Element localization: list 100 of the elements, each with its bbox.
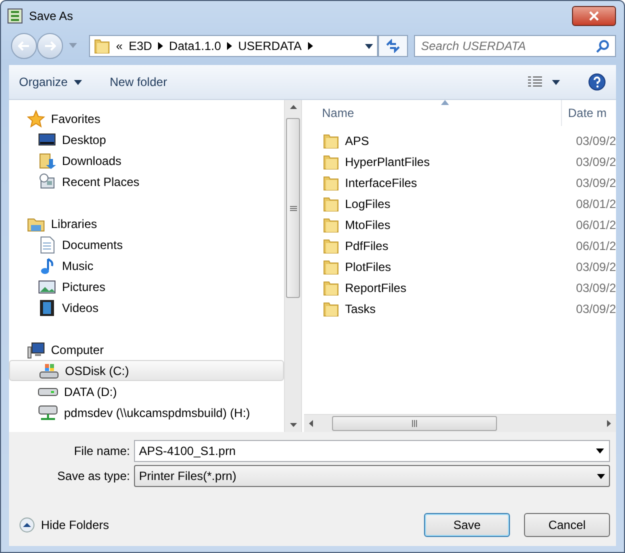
date-cell: 06/01/2 [576,238,616,252]
folder-icon [323,280,339,296]
chevron-icon[interactable] [227,42,232,50]
scroll-right-icon[interactable] [607,420,611,427]
folder-icon [323,238,339,254]
search-icon [596,39,610,53]
caret-icon [74,80,82,84]
date-cell: 03/09/2 [576,176,616,190]
nav-item[interactable]: OSDisk (C:) [9,360,284,381]
folder-icon [323,196,339,212]
nav-item[interactable]: Recent Places [9,171,284,192]
scroll-thumb[interactable] [332,416,497,431]
file-name[interactable]: Tasks [345,302,570,316]
close-icon [589,11,599,21]
scroll-down-icon[interactable] [290,423,296,427]
folder-icon [323,216,339,232]
dialog-button[interactable]: Save [424,513,510,537]
caret-icon[interactable] [552,80,560,84]
new-folder-button[interactable]: New folder [110,75,168,89]
view-list-icon[interactable] [528,76,542,88]
chevron-icon[interactable] [158,42,164,50]
forward-arrow-icon [44,41,56,51]
horizontal-scrollbar[interactable] [304,414,616,432]
column-header[interactable]: Name [304,100,562,126]
date-cell: 03/09/2 [576,154,616,168]
search-field[interactable]: Search USERDATA [414,35,616,57]
column-header[interactable]: Date m [562,106,607,120]
file-name-field[interactable]: APS-4100_S1.prn [134,440,610,462]
desktop-icon [38,132,56,148]
network-drive-icon [38,404,58,422]
nav-item[interactable]: Documents [9,234,284,255]
drive-icon [38,388,58,396]
field-label: File name: [72,444,131,458]
app-icon [7,8,23,24]
folder-icon [323,154,339,170]
breadcrumb[interactable]: USERDATA [238,39,302,53]
refresh-button[interactable] [378,35,408,57]
folder-icon [323,132,339,148]
refresh-icon [385,39,401,53]
file-type-dropdown[interactable]: Printer Files(*.prn) [134,465,610,487]
nav-item[interactable]: Pictures [9,276,284,297]
field-label: Save as type: [56,469,131,483]
file-name[interactable]: PdfFiles [345,238,570,252]
file-name[interactable]: HyperPlantFiles [345,154,570,168]
nav-item[interactable]: pdmsdev (\\ukcamspdmsbuild) (H:) [9,402,284,423]
dropdown-arrow-icon[interactable] [365,44,373,48]
film-icon [38,298,56,316]
file-name[interactable]: PlotFiles [345,260,570,274]
forward-button[interactable] [37,33,63,59]
grip-icon [412,420,417,427]
scroll-up-icon[interactable] [290,105,296,109]
folder-icon [323,174,339,190]
nav-group-label[interactable]: Favorites [51,112,100,126]
date-cell: 03/09/2 [576,280,616,294]
nav-item[interactable]: Downloads [9,150,284,171]
scroll-left-icon[interactable] [309,420,313,427]
back-button[interactable] [11,33,37,59]
dropdown-arrow-icon [597,474,605,478]
date-cell: 06/01/2 [576,218,616,232]
chevron-icon[interactable] [308,42,313,50]
file-name[interactable]: MtoFiles [345,218,570,232]
system-drive-icon [39,362,59,380]
file-name[interactable]: APS [345,134,570,148]
date-cell: 03/09/2 [576,260,616,274]
close-button[interactable] [572,6,616,26]
computer-icon [27,340,45,358]
overflow-chevron[interactable]: « [116,39,123,53]
collapse-icon [19,517,35,533]
vertical-scrollbar[interactable] [284,100,302,432]
star-icon [27,110,45,128]
back-arrow-icon [18,41,30,51]
dropdown-arrow-icon [596,448,604,454]
date-cell: 03/09/2 [576,302,616,316]
file-name[interactable]: InterfaceFiles [345,176,570,190]
grip-icon [290,206,296,210]
music-note-icon [38,256,56,274]
breadcrumb[interactable]: Data1.1.0 [169,39,222,53]
nav-item[interactable]: DATA (D:) [9,381,284,402]
recent-places-icon [38,172,56,190]
address-bar[interactable]: « E3D Data1.1.0 USERDATA [89,35,378,57]
scroll-thumb[interactable] [286,118,300,298]
document-icon [38,236,56,254]
folder-icon [323,258,339,274]
nav-item[interactable]: Videos [9,297,284,318]
folder-download-icon [38,152,56,170]
window-title: Save As [29,9,74,23]
nav-item[interactable]: Desktop [9,129,284,150]
nav-item[interactable]: Music [9,255,284,276]
date-cell: 03/09/2 [576,134,616,148]
folder-icon [323,300,339,316]
folder-icon [94,38,110,54]
file-name[interactable]: ReportFiles [345,280,570,294]
nav-group-label[interactable]: Libraries [51,216,98,230]
dialog-button[interactable]: Cancel [524,513,610,537]
nav-group-label[interactable]: Computer [51,342,104,356]
help-icon[interactable] [588,73,606,91]
file-name[interactable]: LogFiles [345,196,570,210]
organize-menu[interactable]: Organize [19,75,82,89]
hide-folders-button[interactable]: Hide Folders [19,517,110,533]
breadcrumb[interactable]: E3D [128,39,152,53]
